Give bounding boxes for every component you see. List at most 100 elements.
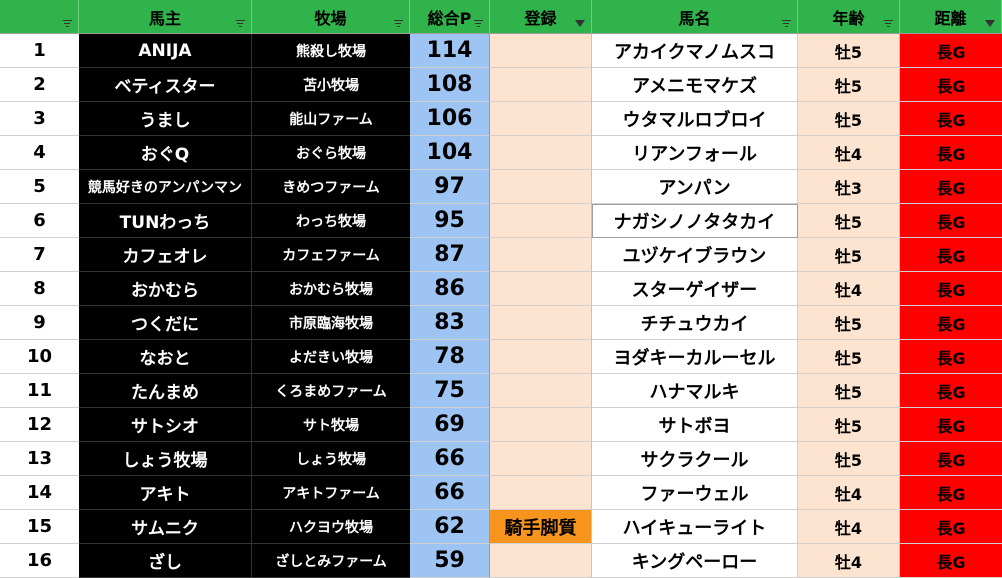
cell-age[interactable]: 牡5 xyxy=(798,408,900,442)
cell-distance[interactable]: 長G xyxy=(900,544,1002,578)
cell-points[interactable]: 106 xyxy=(410,102,490,136)
header-distance[interactable]: 距離 xyxy=(900,0,1002,33)
cell-distance[interactable]: 長G xyxy=(900,306,1002,340)
cell-number[interactable]: 15 xyxy=(0,510,79,544)
cell-horse[interactable]: ナガシノノタタカイ xyxy=(592,204,798,238)
cell-horse[interactable]: ユヅケイブラウン xyxy=(592,238,798,272)
cell-age[interactable]: 牡5 xyxy=(798,204,900,238)
cell-age[interactable]: 牡5 xyxy=(798,68,900,102)
cell-registration[interactable] xyxy=(490,340,592,374)
header-ranch[interactable]: 牧場 xyxy=(252,0,410,33)
cell-distance[interactable]: 長G xyxy=(900,272,1002,306)
cell-distance[interactable]: 長G xyxy=(900,204,1002,238)
cell-horse[interactable]: ウタマルロブロイ xyxy=(592,102,798,136)
cell-owner[interactable]: ざし xyxy=(79,544,252,578)
cell-registration[interactable] xyxy=(490,136,592,170)
cell-ranch[interactable]: 能山ファーム xyxy=(252,102,410,136)
cell-ranch[interactable]: 市原臨海牧場 xyxy=(252,306,410,340)
cell-points[interactable]: 69 xyxy=(410,408,490,442)
cell-number[interactable]: 3 xyxy=(0,102,79,136)
cell-number[interactable]: 10 xyxy=(0,340,79,374)
cell-points[interactable]: 66 xyxy=(410,476,490,510)
cell-horse[interactable]: ヨダキーカルーセル xyxy=(592,340,798,374)
cell-points[interactable]: 95 xyxy=(410,204,490,238)
cell-points[interactable]: 104 xyxy=(410,136,490,170)
cell-number[interactable]: 16 xyxy=(0,544,79,578)
cell-registration[interactable] xyxy=(490,238,592,272)
filter-funnel-icon[interactable] xyxy=(573,17,587,29)
cell-points[interactable]: 87 xyxy=(410,238,490,272)
cell-owner[interactable]: ベティスター xyxy=(79,68,252,102)
header-horse[interactable]: 馬名 xyxy=(592,0,798,33)
cell-age[interactable]: 牡3 xyxy=(798,170,900,204)
cell-age[interactable]: 牡4 xyxy=(798,510,900,544)
cell-owner[interactable]: サムニク xyxy=(79,510,252,544)
cell-distance[interactable]: 長G xyxy=(900,340,1002,374)
cell-horse[interactable]: ハナマルキ xyxy=(592,374,798,408)
cell-points[interactable]: 62 xyxy=(410,510,490,544)
cell-distance[interactable]: 長G xyxy=(900,170,1002,204)
cell-owner[interactable]: アキト xyxy=(79,476,252,510)
filter-dropdown-icon[interactable] xyxy=(471,17,485,29)
cell-distance[interactable]: 長G xyxy=(900,34,1002,68)
cell-owner[interactable]: TUNわっち xyxy=(79,204,252,238)
cell-registration[interactable] xyxy=(490,204,592,238)
cell-points[interactable]: 83 xyxy=(410,306,490,340)
cell-number[interactable]: 8 xyxy=(0,272,79,306)
cell-horse[interactable]: リアンフォール xyxy=(592,136,798,170)
cell-horse[interactable]: ハイキューライト xyxy=(592,510,798,544)
cell-owner[interactable]: おかむら xyxy=(79,272,252,306)
cell-distance[interactable]: 長G xyxy=(900,408,1002,442)
cell-ranch[interactable]: ざしとみファーム xyxy=(252,544,410,578)
header-number[interactable] xyxy=(0,0,79,33)
cell-owner[interactable]: しょう牧場 xyxy=(79,442,252,476)
cell-owner[interactable]: カフェオレ xyxy=(79,238,252,272)
cell-points[interactable]: 108 xyxy=(410,68,490,102)
cell-horse[interactable]: サトボヨ xyxy=(592,408,798,442)
cell-registration[interactable] xyxy=(490,68,592,102)
header-points[interactable]: 総合P xyxy=(410,0,490,33)
cell-owner[interactable]: サトシオ xyxy=(79,408,252,442)
cell-age[interactable]: 牡4 xyxy=(798,136,900,170)
cell-number[interactable]: 11 xyxy=(0,374,79,408)
cell-distance[interactable]: 長G xyxy=(900,442,1002,476)
cell-age[interactable]: 牡5 xyxy=(798,102,900,136)
cell-distance[interactable]: 長G xyxy=(900,510,1002,544)
cell-points[interactable]: 75 xyxy=(410,374,490,408)
cell-number[interactable]: 13 xyxy=(0,442,79,476)
cell-points[interactable]: 97 xyxy=(410,170,490,204)
cell-horse[interactable]: ファーウェル xyxy=(592,476,798,510)
header-age[interactable]: 年齢 xyxy=(798,0,900,33)
filter-dropdown-icon[interactable] xyxy=(881,17,895,29)
cell-points[interactable]: 86 xyxy=(410,272,490,306)
filter-dropdown-icon[interactable] xyxy=(391,17,405,29)
cell-ranch[interactable]: よだきい牧場 xyxy=(252,340,410,374)
cell-age[interactable]: 牡5 xyxy=(798,340,900,374)
cell-age[interactable]: 牡4 xyxy=(798,272,900,306)
cell-ranch[interactable]: サト牧場 xyxy=(252,408,410,442)
cell-points[interactable]: 78 xyxy=(410,340,490,374)
cell-age[interactable]: 牡5 xyxy=(798,34,900,68)
cell-horse[interactable]: キングペーロー xyxy=(592,544,798,578)
cell-registration[interactable] xyxy=(490,374,592,408)
cell-age[interactable]: 牡5 xyxy=(798,374,900,408)
cell-horse[interactable]: アカイクマノムスコ xyxy=(592,34,798,68)
cell-ranch[interactable]: おかむら牧場 xyxy=(252,272,410,306)
cell-distance[interactable]: 長G xyxy=(900,102,1002,136)
cell-registration[interactable] xyxy=(490,544,592,578)
cell-registration[interactable]: 騎手脚質 xyxy=(490,510,592,544)
cell-number[interactable]: 1 xyxy=(0,34,79,68)
cell-number[interactable]: 9 xyxy=(0,306,79,340)
cell-ranch[interactable]: カフェファーム xyxy=(252,238,410,272)
cell-horse[interactable]: アンパン xyxy=(592,170,798,204)
cell-owner[interactable]: つくだに xyxy=(79,306,252,340)
cell-ranch[interactable]: 熊殺し牧場 xyxy=(252,34,410,68)
cell-owner[interactable]: うまし xyxy=(79,102,252,136)
cell-ranch[interactable]: アキトファーム xyxy=(252,476,410,510)
cell-distance[interactable]: 長G xyxy=(900,238,1002,272)
header-owner[interactable]: 馬主 xyxy=(79,0,252,33)
cell-distance[interactable]: 長G xyxy=(900,136,1002,170)
cell-owner[interactable]: 競馬好きのアンパンマン xyxy=(79,170,252,204)
cell-number[interactable]: 5 xyxy=(0,170,79,204)
cell-distance[interactable]: 長G xyxy=(900,476,1002,510)
